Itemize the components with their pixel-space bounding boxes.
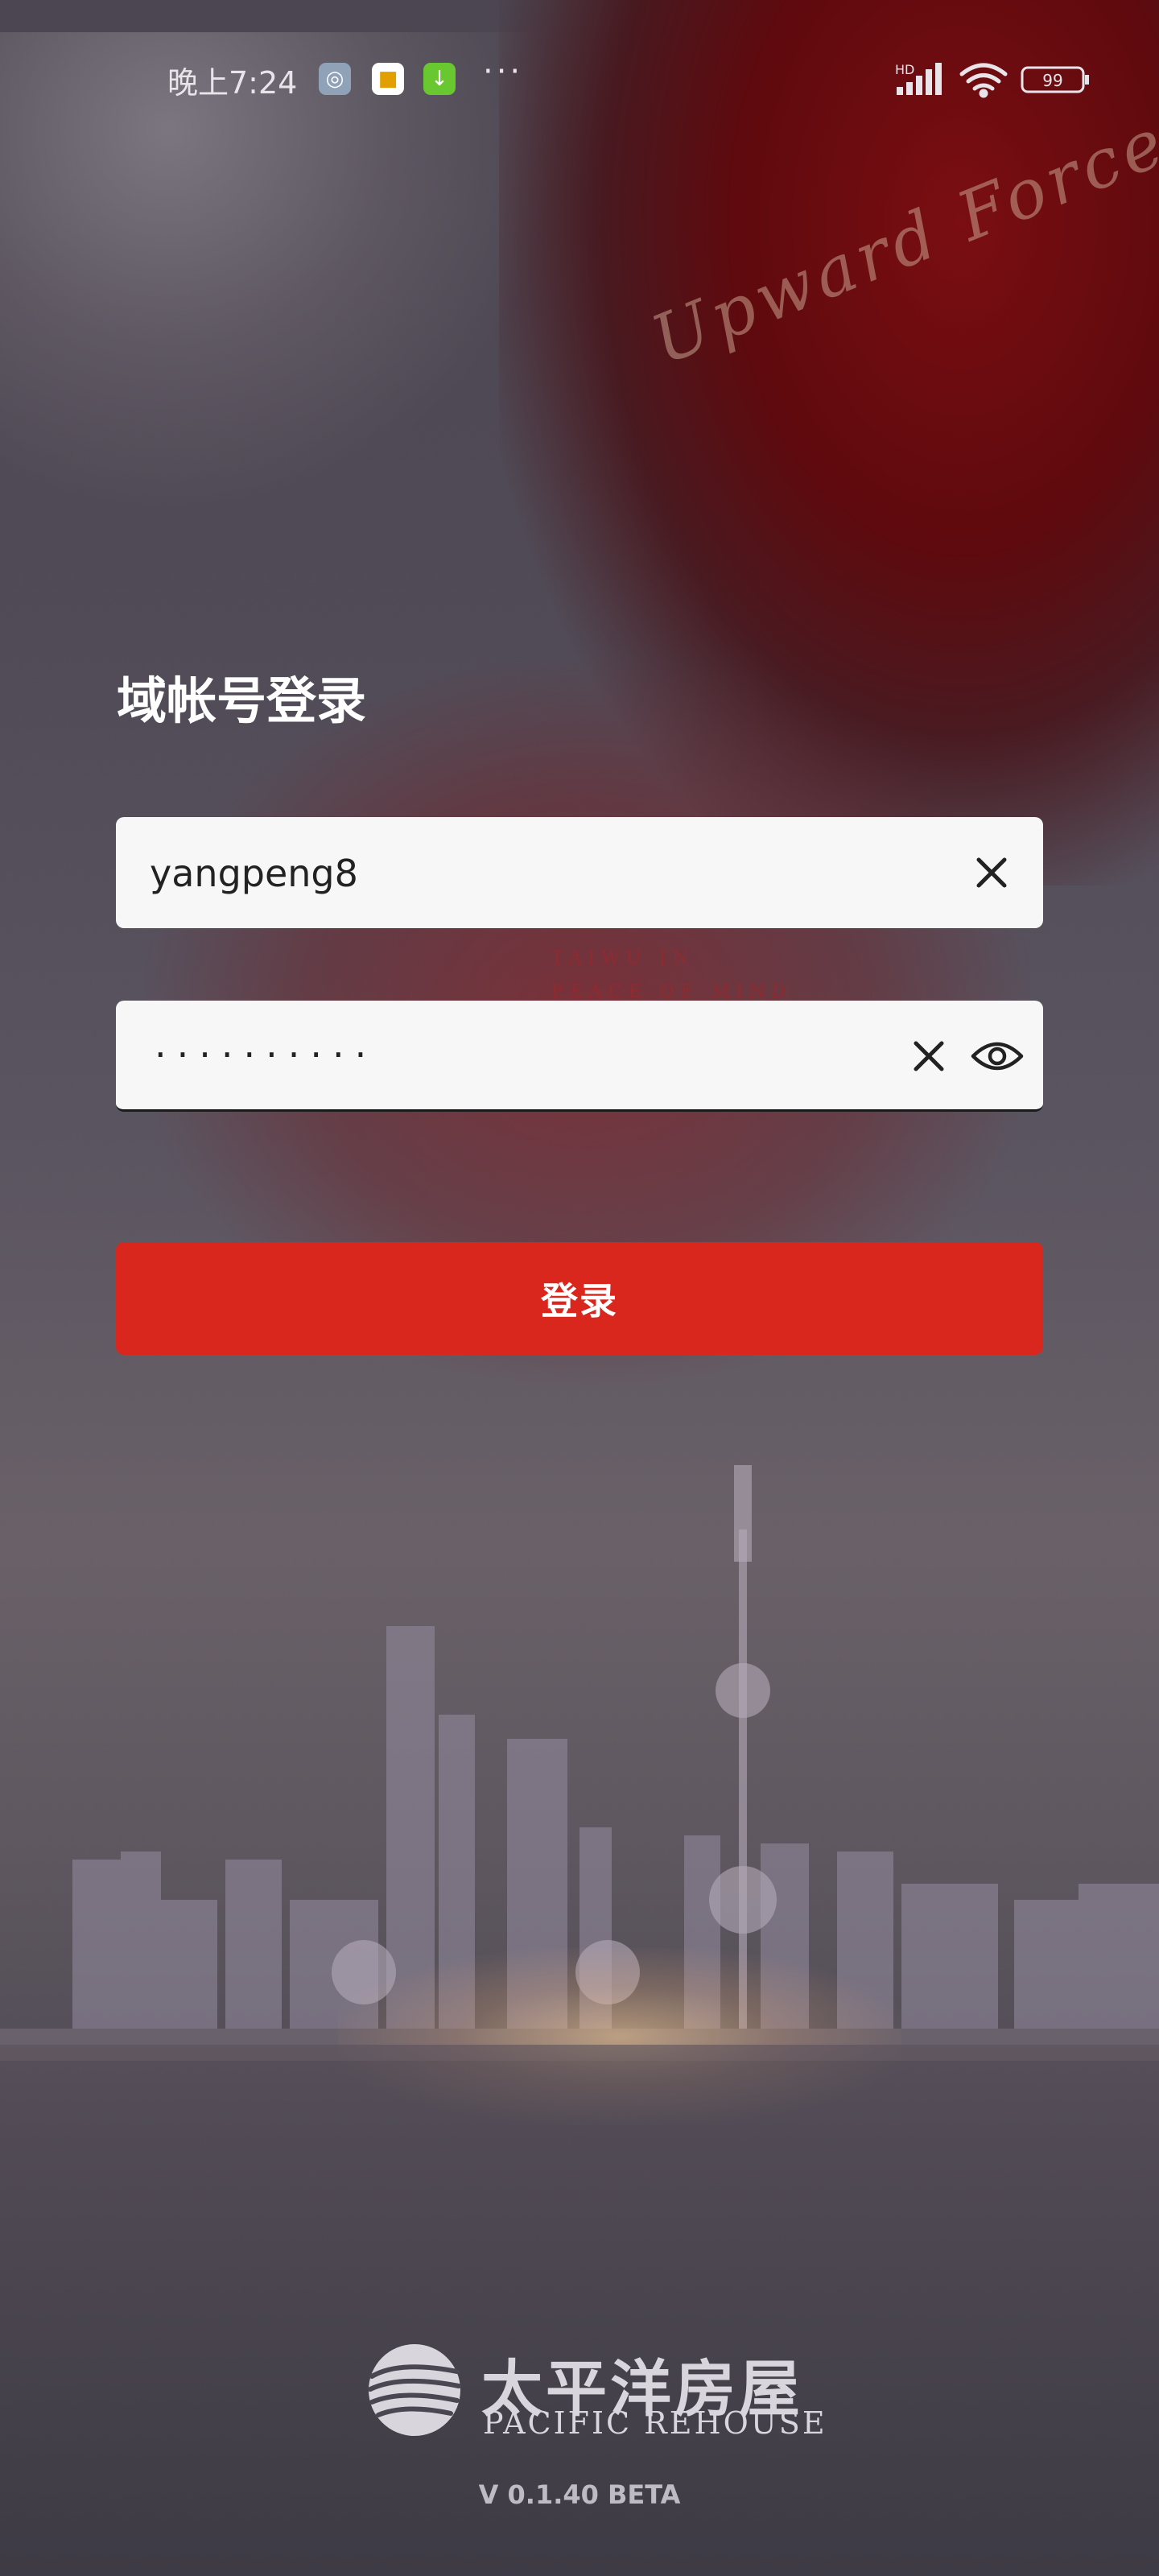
page-title: 域帐号登录 (117, 671, 367, 730)
battery-level: 99 (1042, 71, 1062, 90)
steering-wheel-icon: ◎ (319, 63, 351, 95)
hd-label: HD (895, 62, 914, 77)
close-icon[interactable] (905, 1032, 953, 1080)
brand-name-en: PACIFIC REHOUSE (483, 2405, 827, 2441)
battery-icon: 99 (1021, 66, 1089, 93)
login-button[interactable]: 登录 (116, 1242, 1043, 1355)
status-time: 晚上7:24 (167, 65, 298, 101)
download-icon: ↓ (423, 63, 456, 95)
password-field[interactable]: ·········· (116, 1001, 1043, 1112)
background-red-flag (499, 0, 1159, 886)
more-notifications-icon: ··· (483, 53, 524, 90)
background-tagline: TAIWU IN PEACE OF MIND (551, 948, 793, 1002)
username-input[interactable] (148, 817, 876, 930)
status-bar: 晚上7:24 ◎ ■ ↓ ··· HD 99 (0, 48, 1159, 113)
system-status-icons: HD 99 (895, 62, 1089, 98)
username-field[interactable] (116, 817, 1043, 930)
taxi-icon: ■ (372, 63, 404, 95)
background-script-text: Upward Force (641, 101, 1159, 380)
eye-icon[interactable] (969, 1032, 1025, 1080)
city-skyline (0, 1465, 1159, 2061)
horizon-glow (338, 1948, 901, 2125)
wifi-icon (959, 63, 1008, 98)
pacific-rehouse-logo-icon (368, 2344, 461, 2436)
password-input[interactable]: ·········· (155, 1033, 377, 1076)
app-version: V 0.1.40 BETA (478, 2479, 681, 2510)
close-icon[interactable] (967, 848, 1016, 897)
